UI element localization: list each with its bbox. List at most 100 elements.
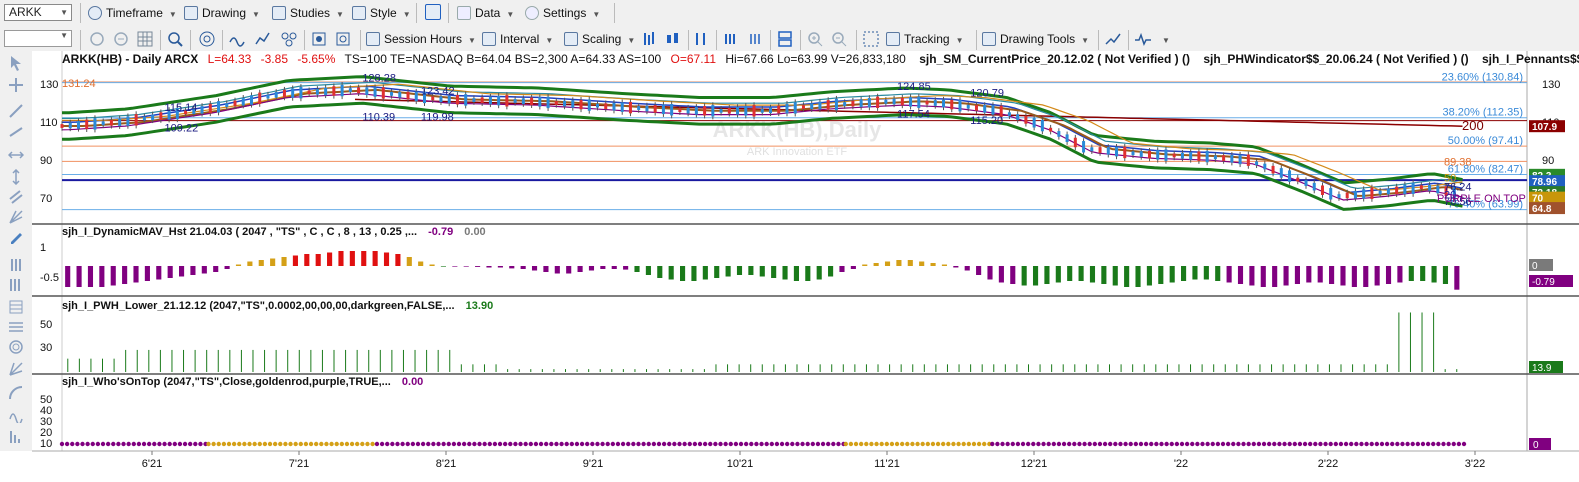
crosshair-icon[interactable] xyxy=(8,77,24,93)
chevron-down-icon[interactable]: ▼ xyxy=(60,5,68,20)
arc-icon[interactable] xyxy=(8,385,24,401)
time-axis[interactable]: 6'21 7'21 8'21 9'21 10'21 11'21 12'21 '22 2'22 3'… xyxy=(142,451,1485,470)
studies-label: Studies xyxy=(290,6,331,20)
timeframe-menu[interactable]: Timeframe ▼ xyxy=(88,4,177,22)
session-hours-menu[interactable]: Session Hours ▼ xyxy=(366,30,476,48)
whos-on-top-dot xyxy=(1297,441,1303,447)
scaling-menu[interactable]: Scaling ▼ xyxy=(564,30,635,48)
indicator-label-3[interactable]: sjh_I_Pennants$$_21.10.22 (2047... xyxy=(1482,52,1579,66)
grid-icon[interactable] xyxy=(136,30,154,48)
cursor-icon[interactable] xyxy=(8,55,24,71)
trendline-icon[interactable] xyxy=(8,103,24,119)
chart-area[interactable]: ARKK(HB) - Daily ARCX L=64.33 -3.85 -5.6… xyxy=(32,51,1579,482)
whos-on-top-dot xyxy=(713,441,718,447)
whos-on-top-dot xyxy=(820,441,826,447)
whos-on-top-dot xyxy=(869,441,874,447)
line-chart-icon[interactable] xyxy=(692,30,710,48)
whos-on-top-dot xyxy=(1405,441,1410,447)
price-bar-body xyxy=(554,101,558,105)
properties-icon[interactable] xyxy=(310,30,328,48)
parallel-lines-icon[interactable] xyxy=(8,257,24,273)
pulse-icon[interactable] xyxy=(1134,30,1152,48)
price-axis-area xyxy=(1527,51,1579,451)
pane3-label[interactable]: sjh_I_Who'sOnTop (2047,"TS",Close,golden… xyxy=(62,376,423,388)
whos-on-top-dot xyxy=(1169,441,1174,447)
ray-icon[interactable] xyxy=(8,123,24,139)
whos-on-top-dot xyxy=(641,441,646,447)
gann-icon[interactable] xyxy=(8,209,24,225)
vertical-bars-icon[interactable] xyxy=(8,277,24,293)
search-icon[interactable] xyxy=(166,30,184,48)
crosshair-grid-icon[interactable] xyxy=(862,30,880,48)
price-bar-body xyxy=(645,105,649,112)
settings-menu[interactable]: Settings ▼ xyxy=(525,4,600,22)
whos-on-top-dot xyxy=(349,441,355,447)
price-bar-body xyxy=(1362,189,1366,199)
price-bar-body xyxy=(1057,131,1061,137)
zoom-out-icon[interactable] xyxy=(830,30,848,48)
chevron-down-icon: ▼ xyxy=(468,36,476,45)
chart-selector-input[interactable]: ▼ xyxy=(4,30,72,47)
vertical-line-icon[interactable] xyxy=(8,169,24,185)
price-bar-body xyxy=(719,108,723,113)
price-bar-body xyxy=(497,95,501,106)
wave-icon[interactable] xyxy=(228,30,246,48)
tracking-icon xyxy=(886,32,900,46)
pane2-label[interactable]: sjh_I_PWH_Lower_21.12.12 (2047,"TS",0.00… xyxy=(62,300,493,312)
molecule-icon[interactable] xyxy=(280,30,298,48)
time-zones-icon[interactable] xyxy=(8,429,24,445)
whos-on-top-dot xyxy=(810,441,816,447)
studies-menu[interactable]: Studies ▼ xyxy=(272,4,344,22)
price-bar-body xyxy=(760,108,764,113)
chevron-down-icon[interactable]: ▼ xyxy=(60,31,68,40)
clock-icon xyxy=(88,6,102,20)
whos-on-top-dot xyxy=(216,441,221,447)
right-label: 76.24 xyxy=(1444,181,1472,193)
candlestick-icon[interactable] xyxy=(664,30,682,48)
bar-spacing-icon[interactable] xyxy=(722,30,740,48)
tracking-menu[interactable]: Tracking ▼ xyxy=(886,30,964,48)
price-bar-body xyxy=(472,98,476,102)
fib-grid-icon[interactable] xyxy=(8,299,24,315)
chart-type-icon[interactable] xyxy=(254,30,272,48)
cycle-lines-icon[interactable] xyxy=(8,407,24,423)
whos-on-top-dot xyxy=(354,441,360,447)
fib-fan-icon[interactable] xyxy=(8,361,24,377)
target-icon[interactable] xyxy=(198,30,216,48)
whos-on-top-dot xyxy=(1164,441,1169,447)
whos-on-top-dot xyxy=(1138,441,1144,447)
symbol-input[interactable]: ARKK ▼ xyxy=(4,4,72,21)
trend-icon[interactable] xyxy=(1104,30,1122,48)
whos-on-top-dot xyxy=(1236,441,1241,447)
indicator-label-2[interactable]: sjh_PHWindicator$$_20.06.24 ( Not Verifi… xyxy=(1203,52,1468,66)
chevron-down-icon[interactable]: ▼ xyxy=(1156,30,1170,48)
session-icon xyxy=(366,32,380,46)
indicator-label-1[interactable]: sjh_SM_CurrentPrice_20.12.02 ( Not Verif… xyxy=(919,52,1190,66)
zoom-in-icon[interactable] xyxy=(806,30,824,48)
fib-retracement-icon[interactable] xyxy=(8,319,24,335)
fib-circles-icon[interactable] xyxy=(8,339,24,355)
whos-on-top-dot xyxy=(237,441,242,447)
horizontal-line-icon[interactable] xyxy=(8,147,24,163)
drawing-tools-menu[interactable]: Drawing Tools ▼ xyxy=(982,30,1089,48)
whos-on-top-dot xyxy=(605,441,610,447)
whos-on-top-dot xyxy=(858,441,864,447)
whos-on-top-dot xyxy=(105,441,111,447)
style-menu[interactable]: Style ▼ xyxy=(352,4,411,22)
pencil-icon[interactable] xyxy=(8,229,24,245)
format-icon[interactable] xyxy=(334,30,352,48)
whos-on-top-dot xyxy=(956,441,961,447)
channel-icon[interactable] xyxy=(8,189,24,205)
bar-spacing-narrow-icon[interactable] xyxy=(746,30,764,48)
refresh-icon[interactable] xyxy=(88,30,106,48)
data-menu[interactable]: Data ▼ xyxy=(457,4,514,22)
cycle-icon[interactable] xyxy=(112,30,130,48)
whos-on-top-dot xyxy=(982,441,987,447)
interval-menu[interactable]: Interval ▼ xyxy=(482,30,553,48)
price-bar-body xyxy=(307,90,311,95)
drawing-menu[interactable]: Drawing ▼ xyxy=(184,4,260,22)
whos-on-top-dot xyxy=(661,441,667,447)
ohlc-bar-icon[interactable] xyxy=(640,30,658,48)
split-pane-icon[interactable] xyxy=(776,30,794,48)
layout-button[interactable] xyxy=(425,4,445,22)
